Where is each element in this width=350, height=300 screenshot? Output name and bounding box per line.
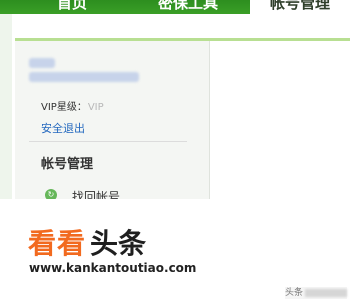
corner-tag-blur xyxy=(305,288,348,297)
tab-security-tools[interactable]: 密保工具 xyxy=(158,0,218,14)
sidebar-divider xyxy=(29,141,187,142)
watermark-url: www.kankantoutiao.com xyxy=(29,261,197,275)
blurred-account-id xyxy=(29,72,139,82)
watermark-brand-right: 头条 xyxy=(90,227,147,260)
vip-level-value: VIP xyxy=(87,102,104,113)
watermark-brand-left: 看看 xyxy=(28,227,87,260)
watermark-overlay: 看看 头条 www.kankantoutiao.com xyxy=(0,199,350,300)
top-nav: 首页 密保工具 帐号管理 xyxy=(0,0,350,14)
section-title: 帐号管理 xyxy=(41,157,94,172)
vip-level-label: VIP星级： xyxy=(41,102,87,113)
tab-home[interactable]: 首页 xyxy=(57,0,87,14)
tab-account-management[interactable]: 帐号管理 xyxy=(250,0,350,14)
blurred-username xyxy=(29,58,55,68)
watermark-logo: 看看 头条 xyxy=(28,222,146,262)
corner-source-tag: 头条 xyxy=(285,287,348,299)
logout-link[interactable]: 安全退出 xyxy=(41,120,85,136)
vip-level: VIP星级：VIP xyxy=(41,98,104,113)
corner-tag-prefix: 头条 xyxy=(285,288,304,298)
